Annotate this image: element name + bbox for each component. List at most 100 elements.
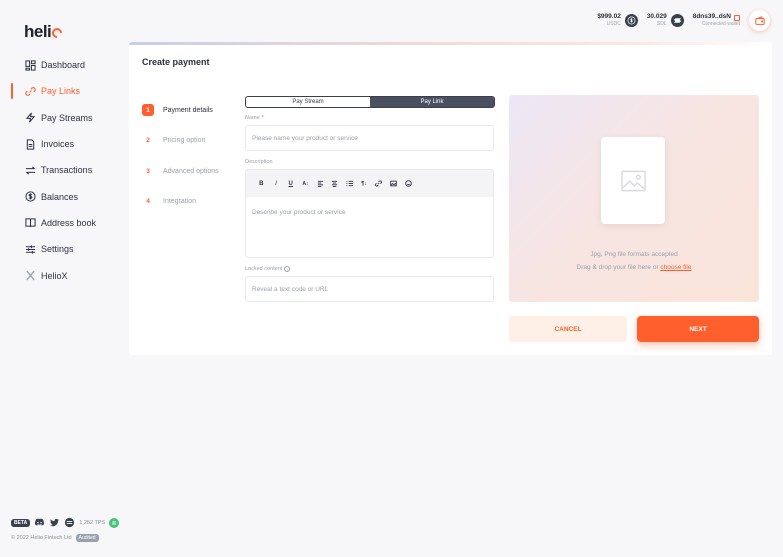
sidebar-item-address-book[interactable]: Address book (0, 210, 120, 236)
usdc-icon (624, 14, 638, 27)
info-icon[interactable]: i (284, 266, 291, 272)
audited-badge[interactable]: Audited (75, 534, 99, 542)
sidebar-item-pay-streams[interactable]: Pay Streams (0, 105, 120, 131)
wallet-address: 8dns39..dsN (692, 13, 731, 21)
sidebar-item-balances[interactable]: Balances (0, 183, 120, 209)
sidebar-item-label: Settings (41, 244, 74, 255)
discord-icon[interactable] (34, 517, 45, 528)
toggle-pay-link[interactable]: Pay Link (370, 97, 494, 107)
image-insert-icon[interactable] (386, 177, 401, 191)
sidebar-item-label: Pay Streams (41, 112, 93, 123)
sidebar-item-transactions[interactable]: Transactions (0, 157, 120, 183)
sidebar-item-label: Transactions (41, 165, 93, 176)
tps-counter: 1,252 TPS (79, 519, 106, 526)
x-icon (25, 270, 36, 281)
locked-content-input[interactable]: Reveal a text code or URL (245, 276, 494, 302)
image-placeholder (601, 134, 665, 224)
step-label: Advanced options (163, 167, 219, 175)
description-label: Description (245, 159, 273, 165)
stepper: 1 Payment details 2 Pricing option 3 Adv… (142, 95, 219, 217)
usdc-label: USDC (606, 20, 621, 27)
page-title: Create payment (142, 57, 210, 67)
copyright-text: © 2022 Helio Fintech Ltd (11, 535, 72, 541)
sidebar-item-invoices[interactable]: Invoices (0, 131, 120, 157)
lightning-icon (25, 112, 36, 123)
step-number: 4 (146, 198, 150, 206)
step-label: Payment details (163, 106, 213, 114)
cancel-button[interactable]: CANCEL (509, 316, 627, 342)
sidebar-item-heliox[interactable]: HelioX (0, 262, 120, 288)
editor-toolbar: B I U A↕ ¶↓ (246, 170, 493, 197)
copy-icon[interactable] (734, 14, 740, 21)
step-advanced-options[interactable]: 3 Advanced options (142, 156, 219, 187)
align-left-icon[interactable] (313, 177, 328, 191)
next-button[interactable]: NEXT (637, 316, 759, 342)
sidebar-item-dashboard[interactable]: Dashboard (0, 52, 120, 78)
italic-icon[interactable]: I (269, 177, 284, 191)
dashboard-icon (25, 60, 36, 71)
connected-wallet[interactable]: 8dns39..dsN Connected wallet (693, 14, 740, 27)
sidebar-item-label: Dashboard (41, 60, 86, 71)
sidebar-footer-links: BETA 1,252 TPS (11, 517, 120, 528)
document-icon (25, 138, 36, 150)
sliders-icon (25, 244, 36, 255)
sidebar-item-label: Pay Links (41, 86, 81, 97)
beta-badge: BETA (11, 518, 31, 527)
choose-file-link[interactable]: choose file (660, 264, 691, 271)
book-icon (25, 217, 36, 228)
sidebar-item-pay-links[interactable]: Pay Links (0, 78, 120, 104)
align-center-icon[interactable] (327, 177, 342, 191)
name-input[interactable]: Please name your product or service (245, 125, 494, 151)
sol-amount: 30.029 (646, 13, 667, 21)
link-insert-icon[interactable] (372, 177, 387, 191)
create-payment-card: Create payment 1 Payment details 2 Prici… (129, 42, 772, 355)
emoji-icon[interactable] (401, 177, 416, 191)
solana-icon (670, 14, 684, 27)
helio-logo[interactable]: heli (24, 22, 65, 42)
sidebar-item-label: Address book (41, 217, 97, 228)
sol-label: SOL (656, 20, 667, 27)
step-label: Integration (163, 198, 197, 206)
step-payment-details[interactable]: 1 Payment details (142, 95, 219, 126)
dropzone-formats: Jpg, Png file formats accepted (590, 251, 678, 258)
step-number: 1 (142, 104, 154, 117)
payment-type-toggle: Pay Stream Pay Link (245, 96, 495, 108)
required-marker: * (261, 115, 264, 121)
step-pricing-option[interactable]: 2 Pricing option (142, 126, 219, 157)
font-size-icon[interactable]: A↕ (298, 177, 313, 191)
underline-icon[interactable]: U (283, 177, 298, 191)
sidebar-item-label: Invoices (41, 139, 75, 150)
logo-o-icon (50, 25, 65, 41)
wallet-icon (754, 15, 765, 25)
dropzone-prompt: Drag & drop your file here or choose fil… (576, 264, 692, 271)
sol-balance: 30.029 SOL (647, 14, 684, 27)
sidebar-item-label: HelioX (41, 270, 68, 281)
usdc-balance: $999.02 USDC (597, 14, 638, 27)
image-icon (620, 170, 646, 191)
toggle-pay-stream[interactable]: Pay Stream (246, 97, 370, 107)
file-dropzone[interactable]: Jpg, Png file formats accepted Drag & dr… (509, 95, 759, 302)
sidebar-footer-legal: © 2022 Helio Fintech Ltd Audited (11, 534, 99, 542)
step-label: Pricing option (163, 137, 206, 145)
globe-icon[interactable] (64, 517, 75, 528)
twitter-icon[interactable] (49, 517, 60, 528)
wallet-status: Connected wallet (701, 20, 740, 27)
name-label: Name * (245, 115, 264, 121)
description-placeholder: Describe your product or service (252, 209, 346, 216)
paragraph-icon[interactable]: ¶↓ (357, 177, 372, 191)
step-integration[interactable]: 4 Integration (142, 187, 219, 218)
sidebar-nav: Dashboard Pay Links Pay Streams Invoices… (0, 52, 120, 289)
locked-content-label: Locked content i (245, 266, 291, 272)
link-icon (25, 86, 36, 97)
arrows-icon (25, 165, 36, 176)
sidebar-item-settings[interactable]: Settings (0, 236, 120, 262)
description-editor[interactable]: B I U A↕ ¶↓ Describe your product or ser… (245, 169, 494, 258)
step-number: 2 (146, 137, 150, 145)
top-bar: $999.02 USDC 30.029 SOL 8dns39..dsN Conn… (597, 10, 770, 31)
sidebar-item-label: Balances (41, 191, 79, 202)
list-icon[interactable] (342, 177, 357, 191)
step-number: 3 (146, 167, 150, 175)
bold-icon[interactable]: B (254, 177, 269, 191)
usdc-amount: $999.02 (597, 13, 621, 21)
wallet-button[interactable] (749, 10, 770, 31)
